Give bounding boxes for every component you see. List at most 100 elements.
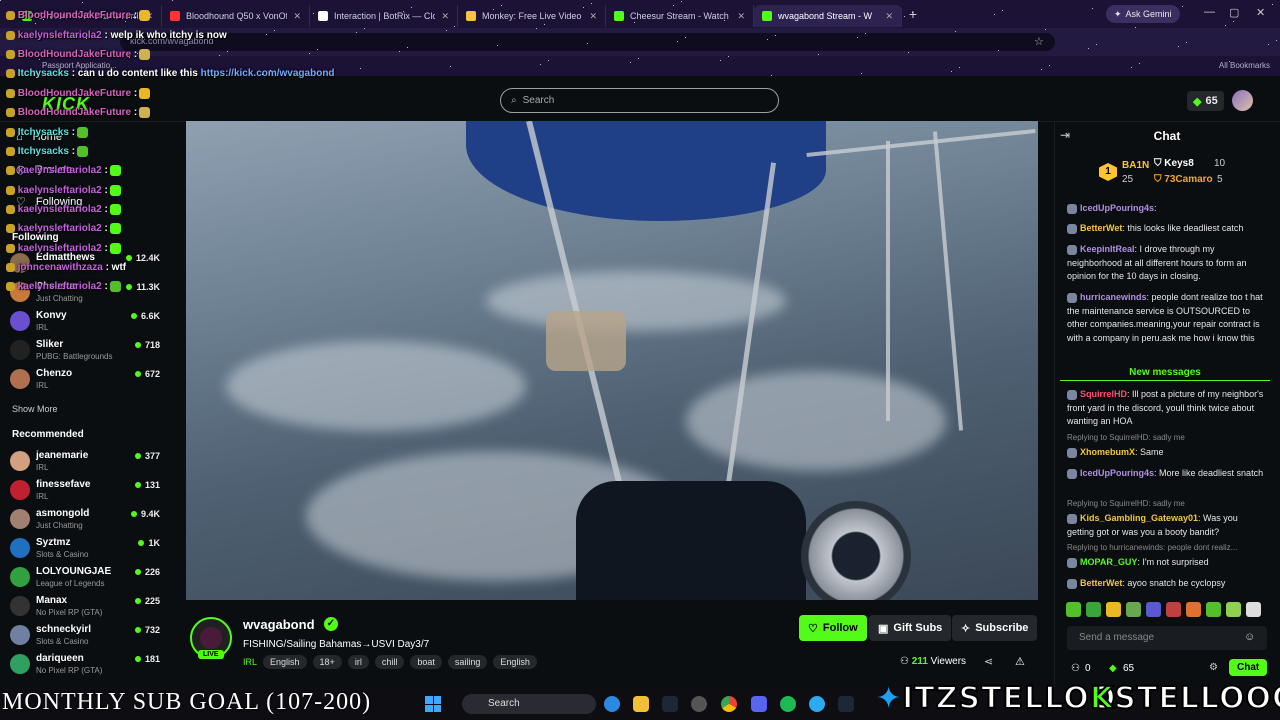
tab-4[interactable]: Cheesur Stream - Watch Live ✕ [606,5,754,27]
tag-5[interactable]: sailing [447,655,488,669]
tab-5[interactable]: wvagabond Stream - W ✕ [754,5,902,27]
gift-subs-button[interactable]: ▣ Gift Subs [869,615,952,641]
tag-4[interactable]: boat [410,655,442,669]
channel-viewers: 12.4K [126,253,160,263]
emote-icon[interactable] [1126,602,1141,617]
share-icon[interactable]: ⋖ [984,655,993,668]
steam-icon[interactable] [662,696,678,712]
chat-send-button[interactable]: Chat [1229,659,1268,676]
emote-icon[interactable] [1166,602,1181,617]
sidebar-channel-konvy[interactable]: Konvy IRL 6.6K [10,309,160,337]
emote-icon[interactable] [1246,602,1261,617]
url-field[interactable]: kick.com/wvagabond [120,33,1055,51]
minimize-button[interactable]: — [1204,6,1215,18]
star-icon: ✧ [961,622,971,635]
chat-username[interactable]: MOPAR_GUY [1080,557,1137,567]
emoji-picker-icon[interactable]: ☺ [1244,631,1255,643]
follow-button[interactable]: ♡ Follow [799,615,867,641]
lb-name-3[interactable]: ⛉ 73Camaro [1154,174,1213,185]
close-tab-icon[interactable]: ✕ [737,11,745,22]
file-explorer-icon[interactable] [633,696,649,712]
discord-icon[interactable] [751,696,767,712]
chat-username[interactable]: hurricanewinds [1080,292,1147,302]
tab-1[interactable]: Bloodhound Q50 x VonOff ✕ [162,5,310,27]
emote-icon[interactable] [1206,602,1221,617]
chat-username[interactable]: IcedUpPouring4s [1080,203,1154,213]
chat-username[interactable]: BetterWet [1080,223,1122,233]
tab-2[interactable]: Interaction | BotRix — Cloud ✕ [310,5,458,27]
sidebar-channel-lolyoungjae[interactable]: LOLYOUNGJAE League of Legends 226 [10,565,160,593]
chat-username[interactable]: SquirrelHD [1080,389,1127,399]
emote-icon[interactable] [1086,602,1101,617]
sidebar-channel-manax[interactable]: Manax No Pixel RP (GTA) 225 [10,594,160,622]
kicks-balance[interactable]: ◆ 65 [1187,91,1224,111]
tag-2[interactable]: irl [347,655,369,669]
new-messages-divider[interactable]: New messages [1060,366,1270,381]
chat-username[interactable]: Kids_Gambling_Gateway01 [1080,513,1198,523]
category-link[interactable]: IRL [243,655,257,669]
lb-name-1[interactable]: BA1N [1122,160,1149,171]
chat-username[interactable]: KeepinItReal [1080,244,1135,254]
sidebar-channel-jeanemarie[interactable]: jeanemarie IRL 377 [10,449,160,477]
chat-username[interactable]: BetterWet [1080,578,1122,588]
close-tab-icon[interactable]: ✕ [441,11,449,22]
chat-input[interactable]: Send a message [1067,626,1267,650]
emote-icon[interactable] [1066,602,1081,617]
maximize-button[interactable]: ▢ [1229,6,1239,19]
chrome-icon[interactable] [721,696,737,712]
spotify-icon[interactable] [780,696,796,712]
close-tab-icon[interactable]: ✕ [589,11,597,22]
tag-3[interactable]: chill [374,655,405,669]
sidebar-channel-finessefave[interactable]: finessefave IRL 131 [10,478,160,506]
reply-context[interactable]: Replying to hurricanewinds: people dont … [1067,543,1267,552]
channel-name: Chenzo [36,368,73,379]
overlay-chat-line: kaelynsleftariola2 : [4,165,121,176]
show-more-link[interactable]: Show More [12,404,58,414]
theme-star [317,49,318,50]
channel-avatar [10,509,30,529]
video-player[interactable] [186,121,1038,600]
emote-icon[interactable] [1226,602,1241,617]
tag-0[interactable]: English [263,655,307,669]
bookmark-star-icon[interactable]: ☆ [1034,35,1044,48]
tag-1[interactable]: 18+ [312,655,342,669]
streamer-name[interactable]: wvagabond [243,617,315,632]
badge-icon [6,224,15,233]
chat-username[interactable]: IcedUpPouring4s [1080,468,1154,478]
edge-icon[interactable] [604,696,620,712]
report-icon[interactable]: ⚠ [1015,655,1025,668]
reply-context[interactable]: Replying to SquirrelHD: sadly me [1067,433,1267,442]
theme-star [1233,21,1234,22]
all-bookmarks[interactable]: All Bookmarks [1219,61,1270,70]
chat-username[interactable]: XhomebumX [1080,447,1135,457]
theme-star [446,30,447,31]
close-tab-icon[interactable]: ✕ [885,11,893,22]
sidebar-channel-sliker[interactable]: Sliker PUBG: Battlegrounds 718 [10,338,160,366]
emote-icon[interactable] [1106,602,1121,617]
emote-icon[interactable] [1146,602,1161,617]
tag-6[interactable]: English [493,655,537,669]
close-tab-icon[interactable]: ✕ [293,11,301,22]
sidebar-channel-dariqueen[interactable]: dariqueen No Pixel RP (GTA) 181 [10,652,160,680]
user-avatar[interactable] [1232,90,1253,111]
taskbar-search[interactable]: Search [462,694,596,714]
steam-icon[interactable] [838,696,854,712]
sidebar-channel-schneckyirl[interactable]: schneckyirl Slots & Casino 732 [10,623,160,651]
lb-name-2[interactable]: ⛉ Keys8 [1154,158,1194,169]
tab-3[interactable]: Monkey: Free Live Video ✕ [458,5,606,27]
close-window-button[interactable]: ✕ [1256,6,1265,19]
reply-context[interactable]: Replying to SquirrelHD: sadly me [1067,499,1267,508]
ask-gemini-button[interactable]: ✦ Ask Gemini [1106,5,1180,23]
search-input[interactable]: ⌕ Search [500,88,779,113]
sidebar-channel-chenzo[interactable]: Chenzo IRL 672 [10,367,160,395]
telegram-icon[interactable] [809,696,825,712]
windows-start-icon[interactable] [425,696,441,712]
sidebar-channel-asmongold[interactable]: asmongold Just Chatting 9.4K [10,507,160,535]
theme-star [673,5,674,6]
emote-icon[interactable] [1186,602,1201,617]
settings-gear-icon[interactable]: ⚙ [1209,662,1218,673]
obs-icon[interactable] [691,696,707,712]
sidebar-channel-syztmz[interactable]: Syztmz Slots & Casino 1K [10,536,160,564]
new-tab-button[interactable]: + [902,6,924,22]
subscribe-button[interactable]: ✧ Subscribe [952,615,1038,641]
